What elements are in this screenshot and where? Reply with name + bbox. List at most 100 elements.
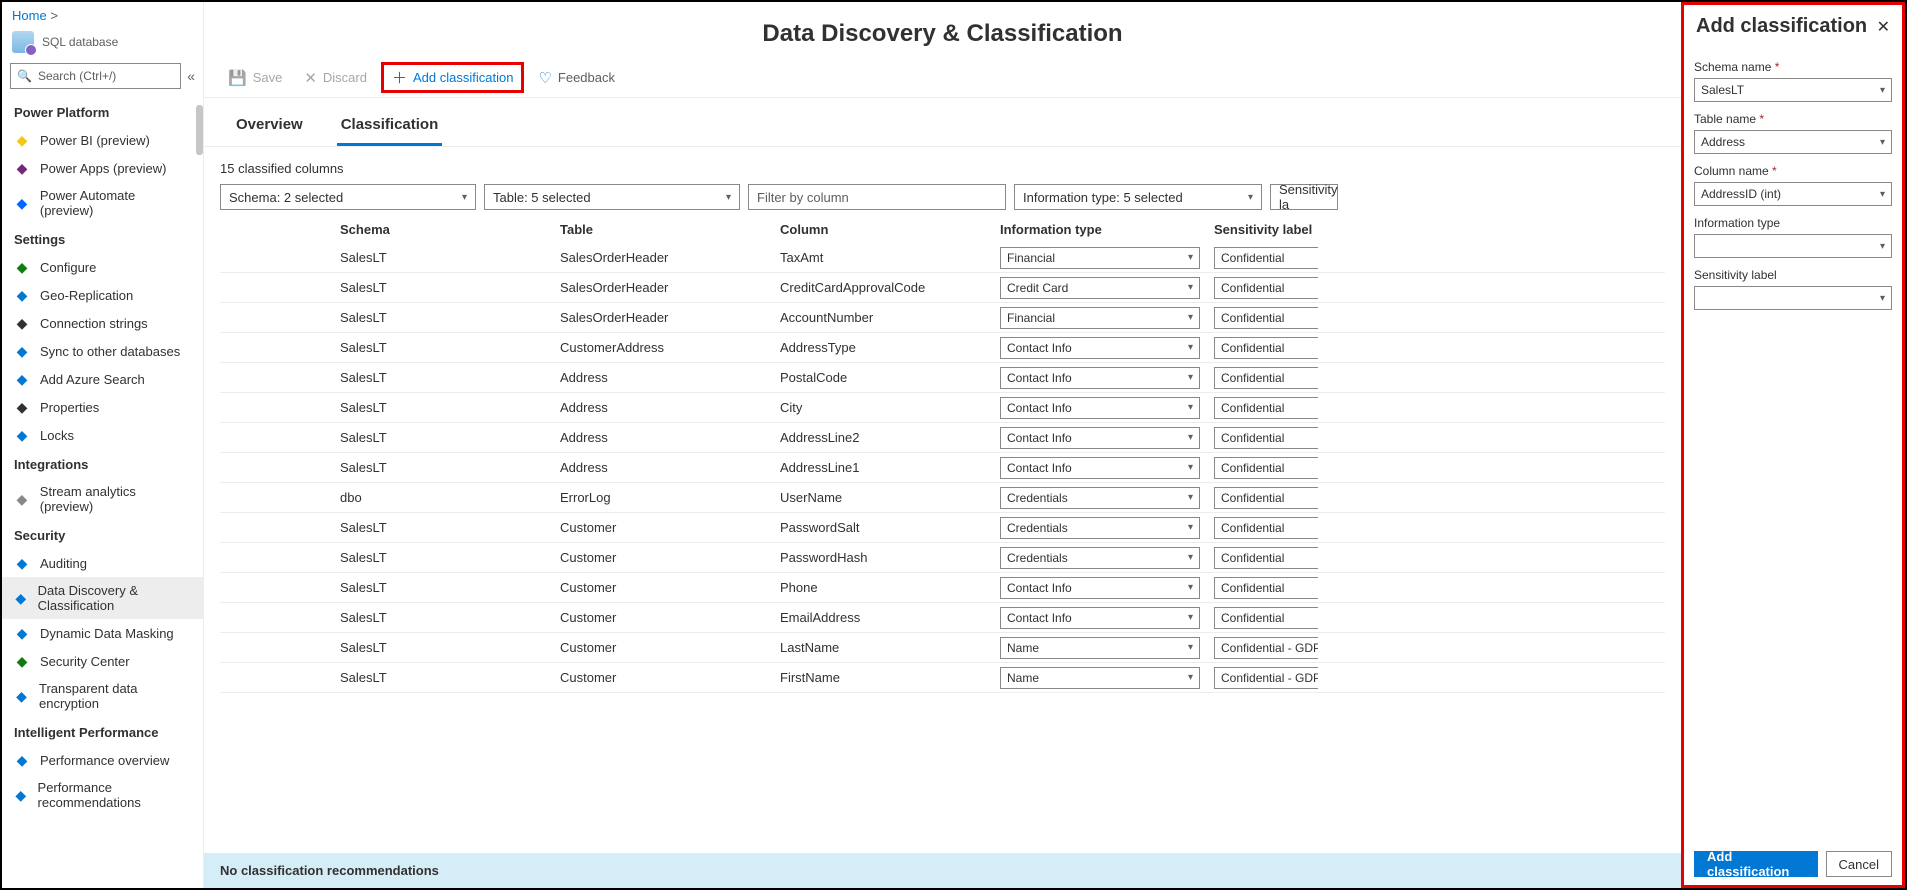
sidebar-item-label: Data Discovery & Classification xyxy=(38,583,191,613)
cell-column: EmailAddress xyxy=(780,610,1000,625)
cell-column: PasswordSalt xyxy=(780,520,1000,535)
cell-sensitivity[interactable]: Confidential xyxy=(1214,307,1318,329)
sidebar-item-icon: ◆ xyxy=(14,752,30,768)
tab-classification[interactable]: Classification xyxy=(337,116,443,146)
sidebar-item[interactable]: ◆Geo-Replication xyxy=(2,281,203,309)
sensitivity-select[interactable]: ▾ xyxy=(1694,286,1892,310)
cell-sensitivity[interactable]: Confidential xyxy=(1214,397,1318,419)
filter-sensitivity[interactable]: Sensitivity la xyxy=(1270,184,1338,210)
cell-sensitivity[interactable]: Confidential xyxy=(1214,457,1318,479)
cell-information-type[interactable]: Contact Info▾ xyxy=(1000,397,1200,419)
cell-sensitivity[interactable]: Confidential xyxy=(1214,577,1318,599)
breadcrumb-home[interactable]: Home xyxy=(12,8,47,23)
table-row: SalesLTCustomerAddressAddressTypeContact… xyxy=(220,333,1665,363)
table-row: SalesLTAddressAddressLine1Contact Info▾C… xyxy=(220,453,1665,483)
sidebar-item-icon: ◆ xyxy=(14,787,28,803)
cell-column: AddressLine1 xyxy=(780,460,1000,475)
cell-sensitivity[interactable]: Confidential xyxy=(1214,427,1318,449)
chevron-down-icon: ▾ xyxy=(1188,252,1193,263)
sidebar-item-label: Performance overview xyxy=(40,753,169,768)
cell-table: Customer xyxy=(560,580,780,595)
cell-information-type[interactable]: Contact Info▾ xyxy=(1000,457,1200,479)
cell-information-type[interactable]: Contact Info▾ xyxy=(1000,577,1200,599)
cell-sensitivity[interactable]: Confidential xyxy=(1214,247,1318,269)
sidebar-item[interactable]: ◆ Stream analytics (preview) xyxy=(2,478,203,520)
cell-sensitivity[interactable]: Confidential xyxy=(1214,367,1318,389)
save-button[interactable]: 💾Save xyxy=(220,65,290,91)
cell-information-type[interactable]: Contact Info▾ xyxy=(1000,367,1200,389)
cell-table: Address xyxy=(560,430,780,445)
cell-information-type[interactable]: Credit Card▾ xyxy=(1000,277,1200,299)
cell-information-type[interactable]: Contact Info▾ xyxy=(1000,607,1200,629)
sidebar-item[interactable]: ◆Performance recommendations xyxy=(2,774,203,816)
cell-sensitivity[interactable]: Confidential xyxy=(1214,337,1318,359)
sidebar-item[interactable]: ◆Configure xyxy=(2,253,203,281)
sidebar-item[interactable]: ◆Add Azure Search xyxy=(2,365,203,393)
sidebar-item[interactable]: ◆Connection strings xyxy=(2,309,203,337)
filter-schema[interactable]: Schema: 2 selected▾ xyxy=(220,184,476,210)
collapse-sidebar-button[interactable]: « xyxy=(187,68,195,84)
cell-sensitivity[interactable]: Confidential - GDPR xyxy=(1214,667,1318,689)
panel-cancel-button[interactable]: Cancel xyxy=(1826,851,1892,877)
cell-information-type[interactable]: Credentials▾ xyxy=(1000,517,1200,539)
sensitivity-label-label: Sensitivity label xyxy=(1694,268,1892,282)
cell-sensitivity[interactable]: Confidential xyxy=(1214,547,1318,569)
sidebar-item[interactable]: ◆Security Center xyxy=(2,647,203,675)
column-select[interactable]: AddressID (int)▾ xyxy=(1694,182,1892,206)
classified-count: 15 classified columns xyxy=(204,147,1681,184)
cell-sensitivity[interactable]: Confidential - GDPR xyxy=(1214,637,1318,659)
table-select[interactable]: Address▾ xyxy=(1694,130,1892,154)
feedback-button[interactable]: ♡Feedback xyxy=(530,65,623,91)
sidebar-item-label: Security Center xyxy=(40,654,130,669)
discard-button[interactable]: ✕Discard xyxy=(296,65,375,91)
cell-information-type[interactable]: Financial▾ xyxy=(1000,247,1200,269)
chevron-down-icon: ▾ xyxy=(1188,492,1193,503)
cell-sensitivity[interactable]: Confidential xyxy=(1214,517,1318,539)
sidebar-item[interactable]: ◆Power Automate (preview) xyxy=(2,182,203,224)
sidebar-item[interactable]: ◆Dynamic Data Masking xyxy=(2,619,203,647)
sidebar-item-label: Stream analytics (preview) xyxy=(40,484,191,514)
sidebar-item[interactable]: ◆Locks xyxy=(2,421,203,449)
search-input[interactable]: 🔍 Search (Ctrl+/) xyxy=(10,63,181,89)
sidebar-item[interactable]: ◆Properties xyxy=(2,393,203,421)
table-label: Table name * xyxy=(1694,112,1892,126)
panel-add-button[interactable]: Add classification xyxy=(1694,851,1818,877)
cell-table: Customer xyxy=(560,550,780,565)
sidebar-item-icon: ◆ xyxy=(14,491,30,507)
cell-information-type[interactable]: Name▾ xyxy=(1000,637,1200,659)
cell-information-type[interactable]: Contact Info▾ xyxy=(1000,337,1200,359)
sidebar-item-label: Configure xyxy=(40,260,96,275)
table-row: SalesLTCustomerFirstNameName▾Confidentia… xyxy=(220,663,1665,693)
tab-overview[interactable]: Overview xyxy=(232,116,307,146)
cell-sensitivity[interactable]: Confidential xyxy=(1214,487,1318,509)
cell-table: Customer xyxy=(560,670,780,685)
cell-information-type[interactable]: Contact Info▾ xyxy=(1000,427,1200,449)
cell-information-type[interactable]: Financial▾ xyxy=(1000,307,1200,329)
sidebar-item[interactable]: ◆Transparent data encryption xyxy=(2,675,203,717)
close-icon[interactable]: ✕ xyxy=(1877,17,1890,37)
table-row: SalesLTAddressCityContact Info▾Confident… xyxy=(220,393,1665,423)
cell-sensitivity[interactable]: Confidential xyxy=(1214,607,1318,629)
cell-information-type[interactable]: Name▾ xyxy=(1000,667,1200,689)
add-classification-button[interactable]: ＋Add classification xyxy=(381,62,524,93)
filter-information-type[interactable]: Information type: 5 selected▾ xyxy=(1014,184,1262,210)
sidebar-item[interactable]: ◆Sync to other databases xyxy=(2,337,203,365)
scrollbar[interactable] xyxy=(196,105,203,155)
cell-table: Address xyxy=(560,400,780,415)
filter-column[interactable]: Filter by column xyxy=(748,184,1006,210)
sidebar-item[interactable]: ◆Power Apps (preview) xyxy=(2,154,203,182)
sidebar-item[interactable]: ◆Data Discovery & Classification xyxy=(2,577,203,619)
sidebar-item-icon: ◆ xyxy=(14,132,30,148)
cell-information-type[interactable]: Credentials▾ xyxy=(1000,487,1200,509)
cell-sensitivity[interactable]: Confidential xyxy=(1214,277,1318,299)
information-type-select[interactable]: ▾ xyxy=(1694,234,1892,258)
sidebar-item[interactable]: ◆ Performance overview xyxy=(2,746,203,774)
filter-table[interactable]: Table: 5 selected▾ xyxy=(484,184,740,210)
sidebar-item[interactable]: ◆Auditing xyxy=(2,549,203,577)
sidebar-item-label: Add Azure Search xyxy=(40,372,145,387)
sidebar-item[interactable]: ◆Power BI (preview) xyxy=(2,126,203,154)
sidebar-item-label: Properties xyxy=(40,400,99,415)
schema-select[interactable]: SalesLT▾ xyxy=(1694,78,1892,102)
page-title: Data Discovery & Classification xyxy=(204,2,1681,58)
cell-information-type[interactable]: Credentials▾ xyxy=(1000,547,1200,569)
